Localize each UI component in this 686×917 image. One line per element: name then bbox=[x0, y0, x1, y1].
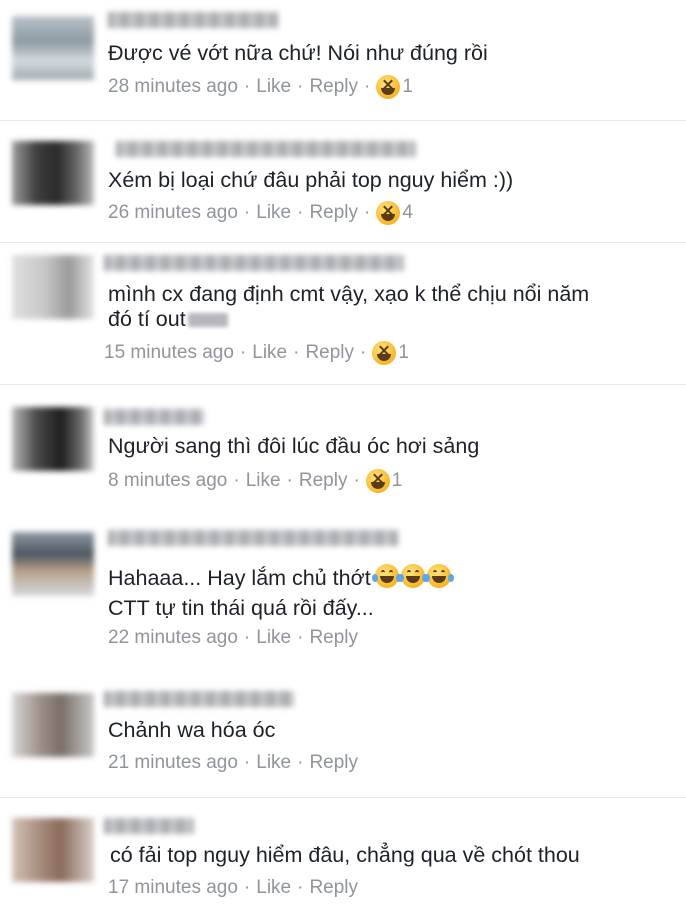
separator: · bbox=[243, 202, 251, 223]
like-button[interactable]: Like bbox=[256, 752, 291, 774]
timestamp[interactable]: 22 minutes ago bbox=[108, 627, 238, 649]
avatar[interactable] bbox=[12, 255, 94, 319]
timestamp[interactable]: 26 minutes ago bbox=[108, 202, 238, 224]
separator: · bbox=[243, 877, 251, 898]
tears-of-joy-icon bbox=[423, 564, 454, 588]
commenter-name-redacted[interactable] bbox=[104, 691, 294, 707]
commenter-name-redacted[interactable] bbox=[116, 141, 416, 157]
tears-of-joy-emoji-group bbox=[371, 564, 454, 588]
avatar[interactable] bbox=[12, 818, 94, 882]
reply-button[interactable]: Reply bbox=[309, 752, 358, 774]
separator: · bbox=[360, 342, 367, 363]
comment-text-line: mình cx đang định cmt vậy, xạo k thể chị… bbox=[108, 282, 590, 306]
separator: · bbox=[286, 470, 293, 491]
reply-button[interactable]: Reply bbox=[309, 76, 358, 98]
separator: · bbox=[293, 342, 300, 363]
timestamp[interactable]: 21 minutes ago bbox=[108, 752, 238, 774]
comment-text-line: CTT tự tin thái quá rồi đấy... bbox=[108, 596, 374, 620]
avatar[interactable] bbox=[12, 693, 94, 757]
reply-button[interactable]: Reply bbox=[305, 342, 354, 364]
reply-button[interactable]: Reply bbox=[309, 877, 358, 899]
reply-button[interactable]: Reply bbox=[309, 627, 358, 649]
commenter-name-redacted[interactable] bbox=[108, 530, 398, 546]
like-button[interactable]: Like bbox=[256, 877, 291, 899]
comment-meta: 21 minutes ago · Like · Reply bbox=[108, 752, 358, 774]
separator: · bbox=[364, 202, 371, 223]
comment-meta: 17 minutes ago · Like · Reply bbox=[108, 877, 358, 899]
comment-1: Được vé vớt nữa chứ! Nói như đúng rồi 28… bbox=[0, 0, 686, 120]
laughing-emoji-icon[interactable] bbox=[372, 341, 397, 365]
comment-text: Người sang thì đôi lúc đầu óc hơi sảng bbox=[108, 434, 480, 458]
comment-meta: 28 minutes ago · Like · Reply · 1 bbox=[108, 75, 413, 99]
separator: · bbox=[243, 76, 251, 97]
comment-text-line: Hahaaa... Hay lắm chủ thớt bbox=[108, 564, 662, 591]
like-button[interactable]: Like bbox=[252, 342, 287, 364]
separator: · bbox=[297, 752, 304, 773]
avatar[interactable] bbox=[12, 407, 94, 471]
commenter-name-redacted[interactable] bbox=[108, 12, 278, 28]
separator: · bbox=[297, 627, 304, 648]
reaction-count[interactable]: 1 bbox=[392, 470, 403, 492]
reply-button[interactable]: Reply bbox=[299, 470, 348, 492]
timestamp[interactable]: 15 minutes ago bbox=[104, 342, 234, 364]
separator: · bbox=[297, 76, 304, 97]
separator: · bbox=[353, 470, 360, 491]
like-button[interactable]: Like bbox=[256, 202, 291, 224]
comment-text-fragment: đó tí out bbox=[108, 307, 186, 331]
reaction-count[interactable]: 1 bbox=[398, 342, 409, 364]
reaction-count[interactable]: 4 bbox=[402, 202, 413, 224]
comment-text-line: đó tí out bbox=[108, 306, 662, 332]
commenter-name-redacted[interactable] bbox=[104, 818, 194, 834]
timestamp[interactable]: 28 minutes ago bbox=[108, 76, 238, 98]
avatar[interactable] bbox=[12, 141, 94, 205]
like-button[interactable]: Like bbox=[256, 76, 291, 98]
comment-text: Chảnh wa hóa óc bbox=[108, 718, 276, 742]
timestamp[interactable]: 8 minutes ago bbox=[108, 470, 227, 492]
commenter-name-redacted[interactable] bbox=[104, 409, 204, 425]
comment-3: mình cx đang định cmt vậy, xạo k thể chị… bbox=[0, 243, 686, 383]
separator: · bbox=[233, 470, 240, 491]
like-button[interactable]: Like bbox=[246, 470, 281, 492]
timestamp[interactable]: 17 minutes ago bbox=[108, 877, 238, 899]
separator: · bbox=[297, 202, 304, 223]
comment-7: có fải top nguy hiểm đâu, chẳng qua về c… bbox=[0, 798, 686, 917]
comment-meta: 15 minutes ago · Like · Reply · 1 bbox=[104, 341, 409, 365]
comment-text: Hahaaa... Hay lắm chủ thớt CTT tự tin th… bbox=[108, 564, 662, 621]
redacted-text bbox=[187, 313, 228, 328]
comment-text: Xém bị loại chứ đâu phải top nguy hiểm :… bbox=[108, 168, 514, 192]
laughing-emoji-icon[interactable] bbox=[376, 75, 401, 99]
avatar[interactable] bbox=[12, 16, 94, 80]
comment-text: mình cx đang định cmt vậy, xạo k thể chị… bbox=[108, 281, 662, 332]
reply-button[interactable]: Reply bbox=[309, 202, 358, 224]
tears-of-joy-icon bbox=[371, 564, 402, 588]
comment-2: Xém bị loại chứ đâu phải top nguy hiểm :… bbox=[0, 121, 686, 241]
separator: · bbox=[243, 627, 251, 648]
comment-meta: 26 minutes ago · Like · Reply · 4 bbox=[108, 201, 413, 225]
commenter-name-redacted[interactable] bbox=[104, 255, 404, 271]
laughing-emoji-icon[interactable] bbox=[376, 201, 401, 225]
comment-meta: 8 minutes ago · Like · Reply · 1 bbox=[108, 469, 402, 493]
tears-of-joy-icon bbox=[397, 564, 428, 588]
comment-text: có fải top nguy hiểm đâu, chẳng qua về c… bbox=[110, 843, 580, 867]
comment-5: Hahaaa... Hay lắm chủ thớt CTT tự tin th… bbox=[0, 520, 686, 670]
reaction-count[interactable]: 1 bbox=[402, 76, 413, 98]
comment-meta: 22 minutes ago · Like · Reply bbox=[108, 627, 358, 649]
comment-text-fragment: Hahaaa... Hay lắm chủ thớt bbox=[108, 566, 371, 590]
comment-6: Chảnh wa hóa óc 21 minutes ago · Like · … bbox=[0, 675, 686, 795]
laughing-emoji-icon[interactable] bbox=[365, 469, 390, 493]
separator: · bbox=[364, 76, 371, 97]
comment-4: Người sang thì đôi lúc đầu óc hơi sảng 8… bbox=[0, 385, 686, 505]
like-button[interactable]: Like bbox=[256, 627, 291, 649]
separator: · bbox=[239, 342, 247, 363]
avatar[interactable] bbox=[12, 532, 94, 596]
separator: · bbox=[297, 877, 304, 898]
separator: · bbox=[243, 752, 251, 773]
comment-text: Được vé vớt nữa chứ! Nói như đúng rồi bbox=[108, 41, 488, 65]
